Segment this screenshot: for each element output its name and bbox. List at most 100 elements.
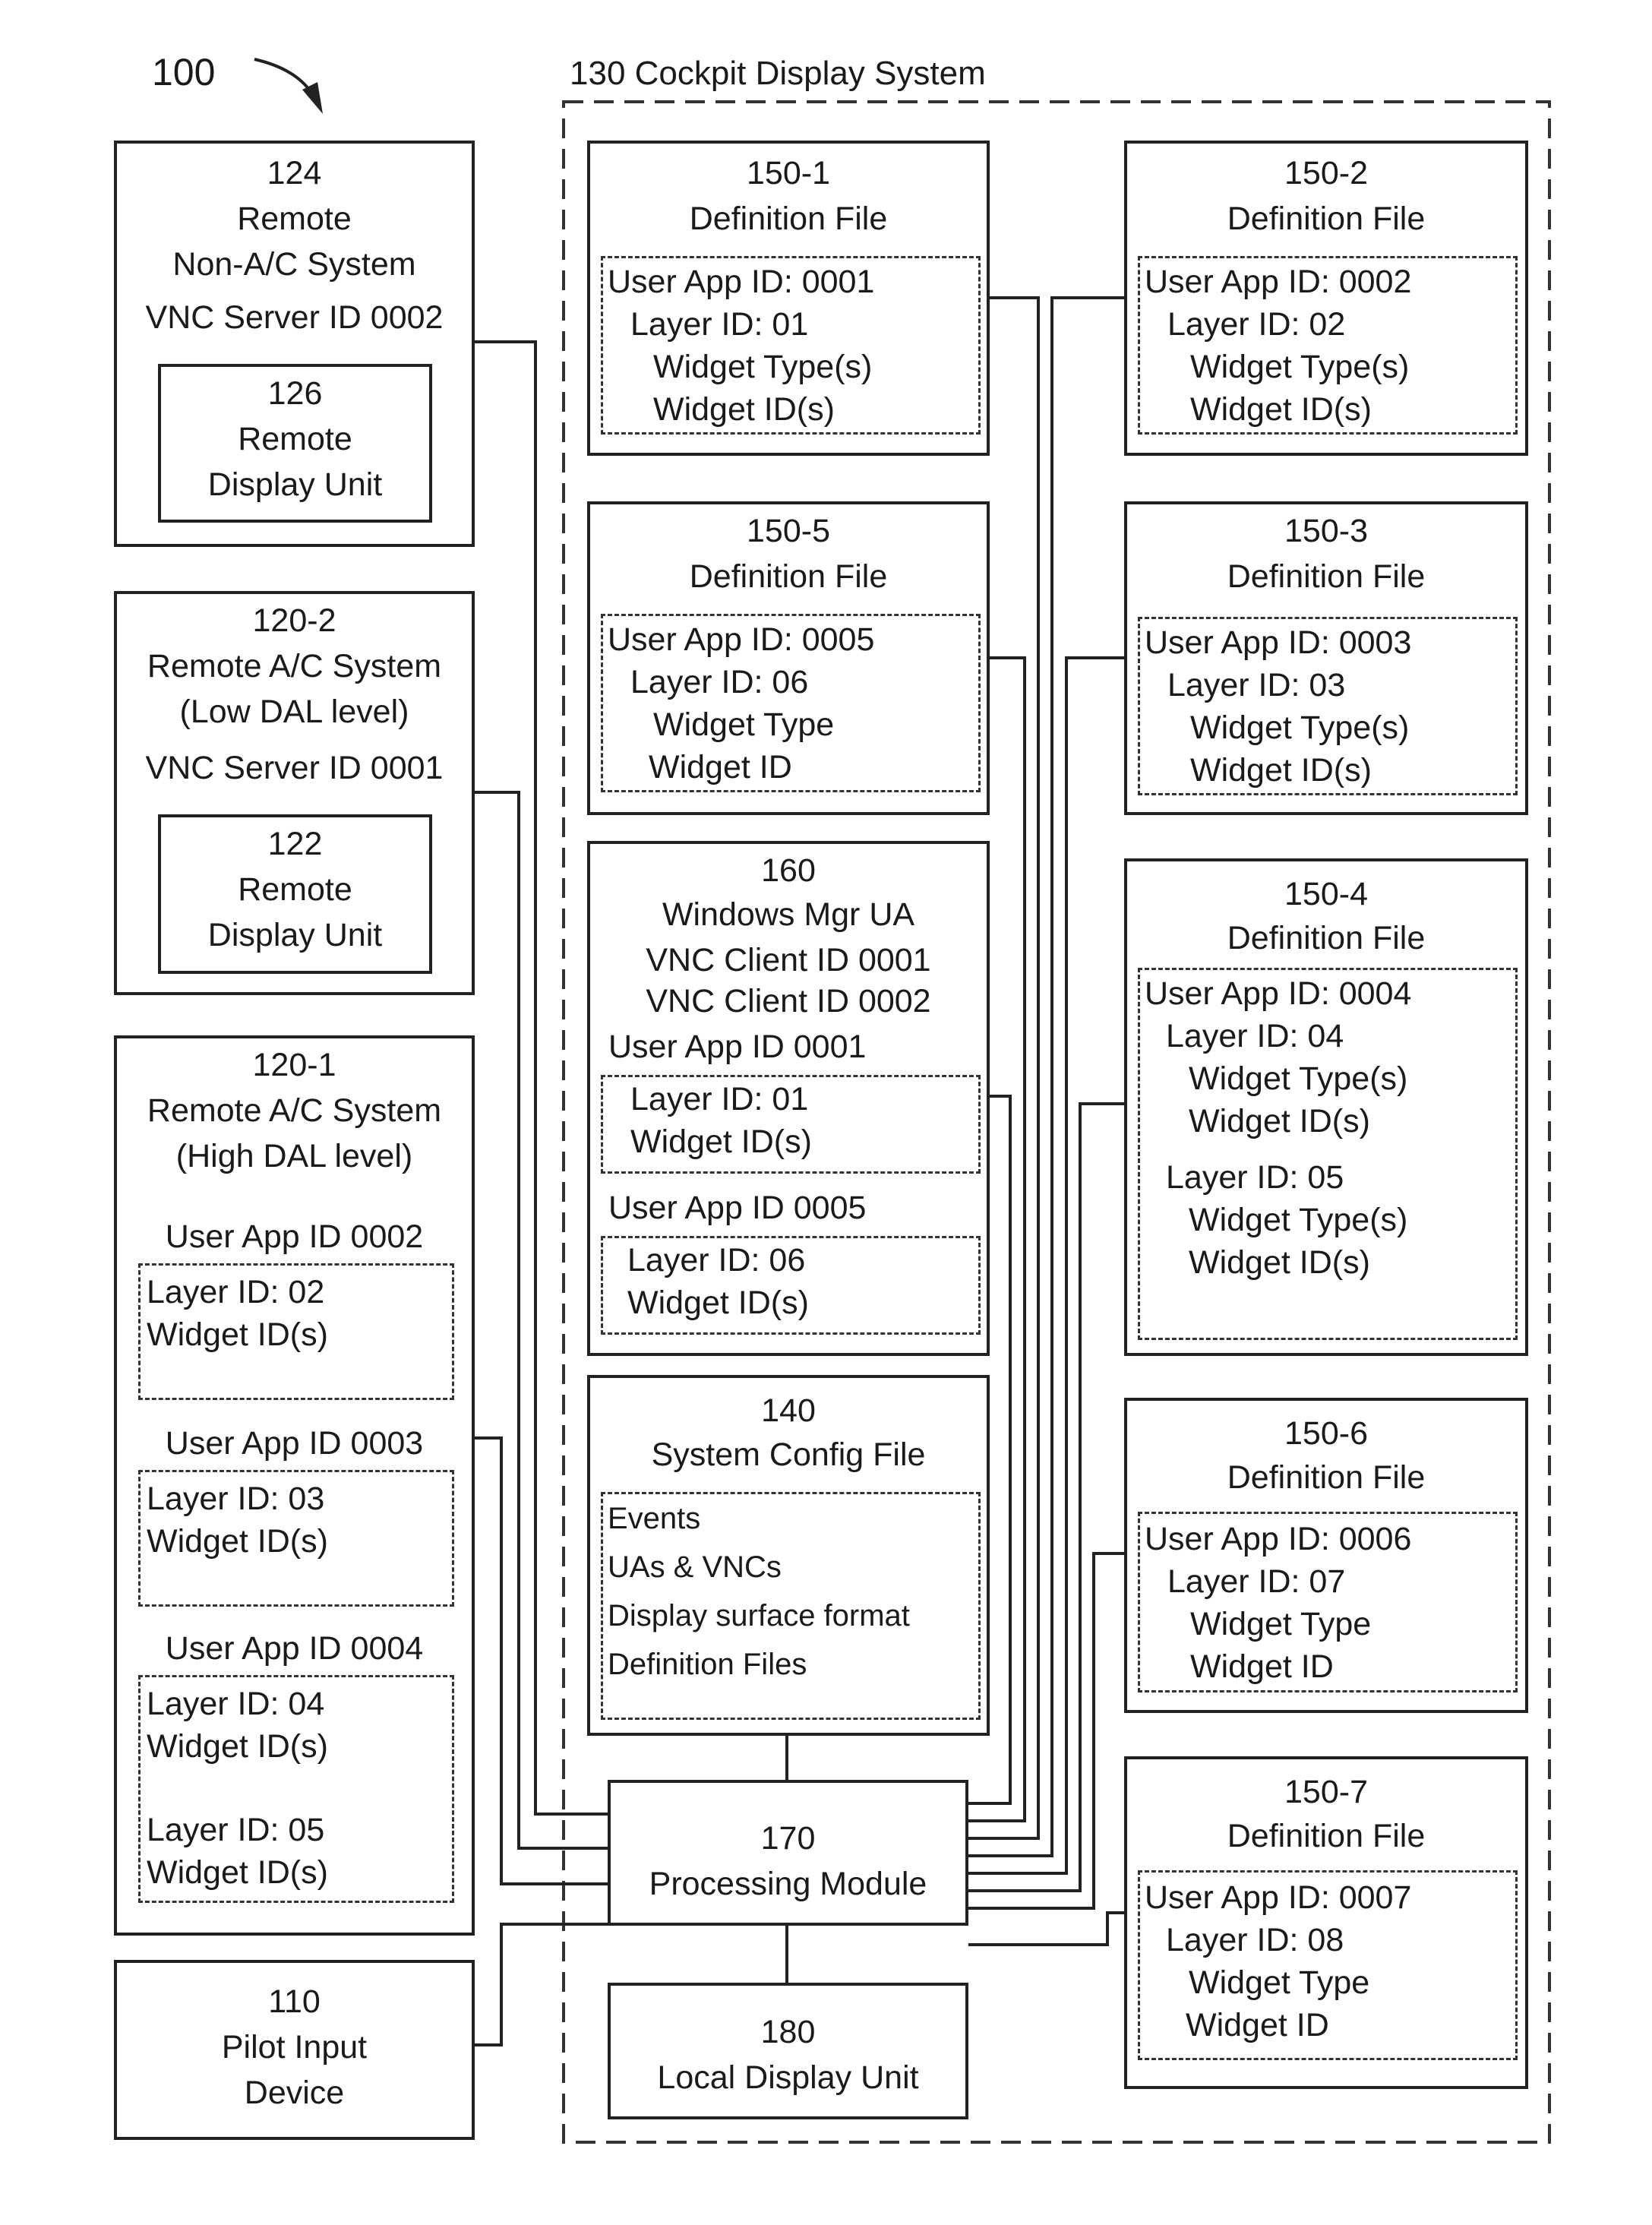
block-number: 150-4 (1284, 876, 1368, 912)
widget-id: Widget ID (649, 749, 792, 785)
config-display-surface: Display surface format (608, 1599, 910, 1632)
block-title: System Config File (651, 1436, 926, 1473)
block-subtitle: (Low DAL level) (179, 694, 409, 730)
vnc-server-id: VNC Server ID 0001 (145, 750, 444, 786)
definition-content: User App ID: 0007 Layer ID: 08 Widget Ty… (1138, 1870, 1518, 2060)
block-title: Processing Module (649, 1866, 927, 1902)
definition-file-150-4[interactable]: 150-4 Definition File User App ID: 0004 … (1124, 858, 1528, 1356)
definition-file-150-3[interactable]: 150-3 Definition File User App ID: 0003 … (1124, 501, 1528, 815)
config-events: Events (608, 1502, 701, 1535)
block-title: Local Display Unit (657, 2059, 919, 2096)
layer-id: Layer ID: 02 (1167, 306, 1346, 343)
wire-def7-proc (968, 1911, 1124, 1946)
block-number: 120-2 (252, 602, 336, 639)
block-title: Definition File (1227, 558, 1426, 595)
config-content: Events UAs & VNCs Display surface format… (601, 1492, 981, 1720)
wire-def4-proc (968, 1102, 1124, 1892)
block-number: 110 (268, 1983, 321, 2020)
widget-ids: Widget ID(s) (147, 1728, 328, 1765)
block-number: 120-1 (252, 1047, 336, 1083)
definition-file-150-6[interactable]: 150-6 Definition File User App ID: 0006 … (1124, 1398, 1528, 1713)
user-app-0003-panel: Layer ID: 03 Widget ID(s) (138, 1470, 454, 1607)
user-app-0001-panel: Layer ID: 01 Widget ID(s) (601, 1075, 981, 1174)
layer-id: Layer ID: 04 (147, 1686, 325, 1722)
widget-ids: Widget ID(s) (147, 1854, 328, 1891)
widget-id: Widget ID (1190, 1648, 1334, 1685)
block-title: Definition File (1227, 920, 1426, 956)
definition-file-150-5[interactable]: 150-5 Definition File User App ID: 0005 … (587, 501, 990, 815)
pilot-input-device[interactable]: 110 Pilot Input Device (114, 1960, 475, 2140)
block-number: 150-5 (747, 513, 830, 549)
layer-id: Layer ID: 06 (630, 664, 809, 700)
block-number: 150-3 (1284, 513, 1368, 549)
remote-ac-system-high-dal[interactable]: 120-1 Remote A/C System (High DAL level)… (114, 1035, 475, 1936)
block-title: Definition File (1227, 201, 1426, 237)
layer-id: Layer ID: 01 (630, 306, 809, 343)
layer-id: Layer ID: 05 (147, 1812, 325, 1848)
definition-file-150-2[interactable]: 150-2 Definition File User App ID: 0002 … (1124, 141, 1528, 456)
config-definition-files: Definition Files (608, 1648, 807, 1681)
block-title: Device (244, 2075, 345, 2111)
wire-def2-proc (968, 296, 1124, 1857)
user-app-title: User App ID 0005 (608, 1190, 867, 1226)
widget-types: Widget Type(s) (1190, 710, 1410, 746)
remote-ac-system-low-dal[interactable]: 120-2 Remote A/C System (Low DAL level) … (114, 591, 475, 995)
user-app-id: User App ID: 0002 (1145, 264, 1412, 300)
widget-ids: Widget ID(s) (147, 1523, 328, 1560)
widget-type: Widget Type (1190, 1606, 1372, 1642)
user-app-0004-panel: Layer ID: 04 Widget ID(s) Layer ID: 05 W… (138, 1675, 454, 1903)
layer-id: Layer ID: 01 (630, 1081, 809, 1117)
block-number: 124 (267, 155, 322, 191)
vnc-client-id: VNC Client ID 0001 (646, 942, 931, 978)
block-title: Definition File (1227, 1459, 1426, 1496)
user-app-id: User App ID: 0003 (1145, 624, 1412, 661)
definition-content: User App ID: 0001 Layer ID: 01 Widget Ty… (601, 256, 981, 435)
widget-ids: Widget ID(s) (627, 1285, 809, 1321)
layer-id: Layer ID: 05 (1166, 1159, 1344, 1196)
block-number: 170 (760, 1820, 816, 1857)
user-app-0005-panel: Layer ID: 06 Widget ID(s) (601, 1236, 981, 1335)
wire-def3-proc (968, 656, 1124, 1875)
block-title: Remote (238, 871, 352, 908)
widget-type: Widget Type (653, 706, 835, 743)
block-number: 150-1 (747, 155, 830, 191)
layer-id: Layer ID: 03 (147, 1481, 325, 1517)
block-title: Definition File (689, 201, 888, 237)
block-number: 160 (761, 852, 816, 889)
widget-id: Widget ID (1186, 2007, 1329, 2043)
definition-file-150-1[interactable]: 150-1 Definition File User App ID: 0001 … (587, 141, 990, 456)
remote-display-unit-122[interactable]: 122 Remote Display Unit (158, 814, 432, 974)
remote-non-ac-system[interactable]: 124 Remote Non-A/C System VNC Server ID … (114, 141, 475, 547)
block-title: Windows Mgr UA (662, 896, 915, 933)
user-app-title: User App ID 0003 (165, 1425, 424, 1462)
widget-ids: Widget ID(s) (1190, 391, 1372, 428)
block-title: Remote A/C System (147, 648, 442, 684)
block-title: Definition File (689, 558, 888, 595)
definition-content: User App ID: 0004 Layer ID: 04 Widget Ty… (1138, 968, 1518, 1340)
system-config-file[interactable]: 140 System Config File Events UAs & VNCs… (587, 1375, 990, 1736)
block-title: Display Unit (207, 917, 383, 953)
user-app-0002-panel: Layer ID: 02 Widget ID(s) (138, 1263, 454, 1400)
windows-manager-ua[interactable]: 160 Windows Mgr UA VNC Client ID 0001 VN… (587, 841, 990, 1356)
local-display-unit[interactable]: 180 Local Display Unit (608, 1983, 968, 2119)
block-number: 140 (761, 1392, 816, 1429)
wire-110-proc (475, 1923, 608, 2046)
user-app-id: User App ID: 0004 (1145, 975, 1412, 1012)
widget-types: Widget Type(s) (1190, 349, 1410, 385)
block-title: Remote (237, 201, 352, 237)
layer-id: Layer ID: 06 (627, 1242, 806, 1278)
definition-content: User App ID: 0005 Layer ID: 06 Widget Ty… (601, 614, 981, 792)
figure-label: 100 (152, 51, 216, 93)
block-number: 150-7 (1284, 1774, 1368, 1810)
processing-module[interactable]: 170 Processing Module (608, 1780, 968, 1926)
definition-content: User App ID: 0003 Layer ID: 03 Widget Ty… (1138, 617, 1518, 795)
layer-id: Layer ID: 04 (1166, 1018, 1344, 1054)
block-title: Pilot Input (221, 2029, 368, 2065)
block-number: 150-2 (1284, 155, 1368, 191)
block-title: Remote A/C System (147, 1092, 442, 1129)
remote-display-unit-126[interactable]: 126 Remote Display Unit (158, 364, 432, 523)
definition-file-150-7[interactable]: 150-7 Definition File User App ID: 0007 … (1124, 1756, 1528, 2089)
widget-ids: Widget ID(s) (147, 1316, 328, 1353)
config-uas-vncs: UAs & VNCs (608, 1550, 782, 1584)
user-app-title: User App ID 0002 (165, 1218, 424, 1255)
